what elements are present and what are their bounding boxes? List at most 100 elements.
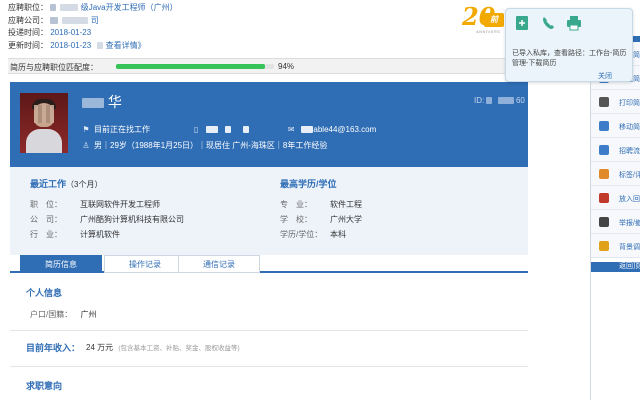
job-intent-title: 求职意向 [26, 381, 63, 391]
edu-major-label: 专 业： [280, 200, 312, 209]
printer-icon[interactable] [566, 14, 582, 32]
recent-work-title-text: 最近工作 [30, 179, 67, 189]
work-industry-row: 行 业： 计算机软件 [30, 229, 120, 240]
sidebar-item-recruit-flow[interactable]: 招聘流 [591, 138, 640, 162]
edu-school-value: 广州大学 [330, 215, 362, 224]
work-position-value: 互联网软件开发工程师 [80, 200, 160, 209]
sidebar-item-print[interactable]: 打印简 [591, 90, 640, 114]
edu-school-label: 学 校： [280, 215, 312, 224]
candidate-id-suffix: 60 [515, 96, 525, 105]
update-time-row: 更新时间： 2018-01-23 查看详情》 [8, 40, 178, 53]
divider [10, 330, 528, 331]
apply-time-value: 2018-01-23 [50, 28, 92, 37]
sidebar-item-label: 打印简 [619, 100, 640, 107]
phone-icon[interactable] [540, 14, 556, 32]
sidebar-item-background-check[interactable]: 背景调 [591, 234, 640, 258]
resume-page: 应聘职位： 级Java开发工程师（广州） 应聘公司： 司 投递时间： 2018-… [0, 0, 640, 400]
recent-work-panel: 最近工作（3个月） 最高学历/学位 职 位： 互联网软件开发工程师 公 司： 广州酷… [10, 167, 528, 255]
back-to-top-button[interactable]: 返回顶 [591, 262, 640, 272]
redacted-text [242, 126, 249, 134]
recent-work-duration: （3个月） [66, 180, 103, 189]
redacted-text [82, 98, 104, 109]
work-company-value: 广州酷狗计算机科技有限公司 [80, 215, 184, 224]
edu-school-row: 学 校： 广州大学 [280, 214, 362, 225]
sidebar-item-move[interactable]: 移动简 [591, 114, 640, 138]
work-industry-label: 行 业： [30, 230, 62, 239]
update-time-value: 2018-01-23 [50, 40, 92, 50]
logo-badge: 前 [484, 13, 504, 27]
applied-position-link[interactable]: 级Java开发工程师（广州） [81, 3, 178, 12]
education-title: 最高学历/学位 [280, 179, 337, 189]
salary-value: 24 万元 [86, 343, 114, 352]
match-degree-value: 94% [278, 62, 295, 71]
tag-icon [599, 169, 609, 179]
basic-info-line: ♙ 男｜29岁（1988年1月25日）｜现居住 广州-海珠区｜8年工作经验 [82, 140, 327, 151]
import-message: 已导入私库，查看路径：工作台-简历管理-下载简历 [512, 50, 627, 67]
candidate-name-visible: 华 [107, 94, 122, 110]
import-icon[interactable] [514, 14, 530, 32]
anniversary-logo: 20 前 ANNIVERS [462, 2, 506, 34]
hukou-row: 户口/国籍： 广州 [30, 309, 96, 320]
salary-title: 目前年收入： [26, 343, 81, 353]
update-time-label: 更新时间： [8, 40, 48, 50]
recent-work-title: 最近工作（3个月） [30, 177, 102, 190]
sidebar-item-label: 放入回 [619, 196, 640, 203]
basic-info: 男｜29岁（1988年1月25日）｜现居住 广州-海珠区｜8年工作经验 [94, 141, 328, 150]
redacted-text [206, 126, 219, 134]
applied-position-label: 应聘职位： [8, 3, 48, 12]
application-meta: 应聘职位： 级Java开发工程师（广州） 应聘公司： 司 投递时间： 2018-… [8, 2, 178, 52]
report-icon [599, 217, 609, 227]
redacted-text [62, 16, 89, 24]
personal-info-section: 个人信息 户口/国籍： 广州 [10, 284, 528, 330]
candidate-photo [20, 93, 68, 153]
email-icon: ✉ [287, 125, 295, 134]
popup-close-button[interactable]: 关闭 [598, 71, 612, 81]
printer-icon [599, 97, 609, 107]
redacted-text [50, 4, 57, 12]
sidebar-item-report[interactable]: 举报/撤 [591, 210, 640, 234]
applied-company-label: 应聘公司： [8, 15, 48, 25]
edu-degree-row: 学历/学位： 本科 [280, 229, 346, 240]
salary-row: 24 万元 (包含基本工资、补贴、奖金、股权收益等) [86, 342, 240, 353]
divider [10, 366, 528, 367]
sidebar-item-tag[interactable]: 标签/评 [591, 162, 640, 186]
tab-communication-log[interactable]: 通信记录 [178, 255, 260, 273]
edu-major-value: 软件工程 [330, 200, 362, 209]
personal-info-title: 个人信息 [26, 288, 63, 298]
shield-icon [599, 241, 609, 251]
view-detail-link[interactable]: 查看详情》 [106, 41, 146, 50]
redacted-text [301, 126, 314, 134]
resume-tabs: 简历信息 操作记录 通信记录 [10, 253, 528, 273]
candidate-id-label: ID: [474, 96, 485, 105]
job-intent-section: 求职意向 [10, 378, 528, 398]
mobile-phone-icon: ▯ [194, 125, 199, 134]
candidate-id: ID: 60 [474, 96, 525, 105]
redacted-text [224, 126, 231, 134]
resume-header: 华 ID: 60 ⚑ 目前正在找工作 ▯ ✉ able44@163.com ♙ 男｜… [10, 82, 528, 167]
contact-line: ⚑ 目前正在找工作 ▯ ✉ able44@163.com [82, 124, 376, 135]
tab-operation-log[interactable]: 操作记录 [104, 255, 186, 273]
salary-note: (包含基本工资、补贴、奖金、股权收益等) [118, 345, 240, 352]
salary-section: 目前年收入： 24 万元 (包含基本工资、补贴、奖金、股权收益等) [10, 340, 528, 364]
match-progress-fill [116, 64, 265, 69]
match-progress-track [116, 64, 274, 69]
work-company-label: 公 司： [30, 215, 62, 224]
redacted-text [486, 97, 493, 105]
tab-resume-info[interactable]: 简历信息 [20, 255, 102, 273]
email-value[interactable]: able44@163.com [313, 125, 376, 134]
work-position-row: 职 位： 互联网软件开发工程师 [30, 199, 160, 210]
job-status: 目前正在找工作 [94, 125, 150, 134]
applied-position-row: 应聘职位： 级Java开发工程师（广州） [8, 2, 178, 15]
import-notification-popup: 已导入私库，查看路径：工作台-简历管理-下载简历 关闭 [505, 8, 633, 82]
hukou-label: 户口/国籍： [30, 310, 73, 319]
edu-degree-value: 本科 [330, 230, 346, 239]
applied-company-row: 应聘公司： 司 [8, 15, 178, 28]
flag-icon: ⚑ [82, 125, 90, 134]
applied-company-link[interactable]: 司 [91, 16, 99, 25]
sidebar-item-label: 背景调 [619, 244, 640, 251]
hukou-value: 广州 [80, 310, 97, 319]
work-industry-value: 计算机软件 [80, 230, 120, 239]
work-position-label: 职 位： [30, 200, 62, 209]
sidebar-item-recycle[interactable]: 放入回 [591, 186, 640, 210]
edu-major-row: 专 业： 软件工程 [280, 199, 362, 210]
